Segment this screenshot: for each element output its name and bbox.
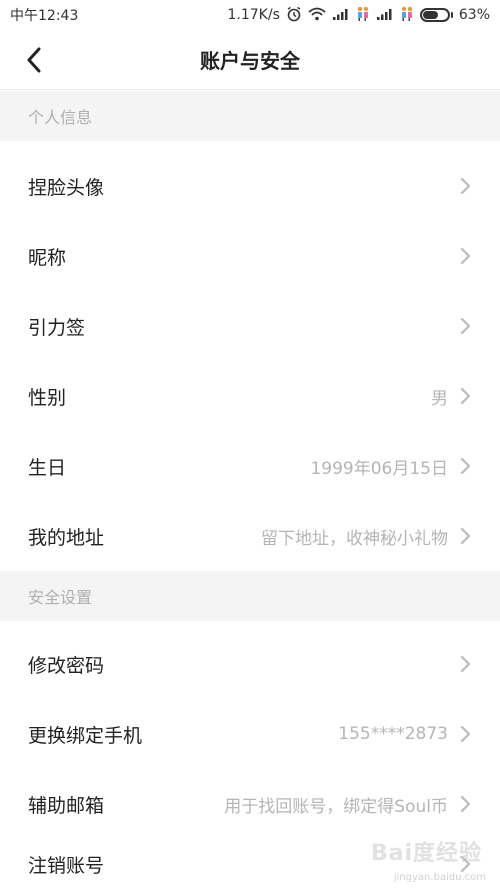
page-title: 账户与安全	[200, 49, 300, 73]
row-label: 我的地址	[28, 526, 105, 549]
row-value: 男	[431, 388, 448, 409]
back-chevron-icon	[27, 47, 41, 73]
wifi-icon	[308, 7, 326, 24]
row-backup-email[interactable]: 辅助邮箱 用于找回账号，绑定得Soul币	[0, 769, 500, 839]
row-label: 引力签	[28, 316, 86, 339]
row-label: 辅助邮箱	[28, 794, 105, 817]
row-label: 生日	[28, 456, 67, 479]
couple-icon	[400, 6, 414, 25]
row-value: 留下地址，收神秘小礼物	[261, 528, 448, 549]
nav-bar: 账户与安全	[0, 30, 500, 90]
row-nickname[interactable]: 昵称	[0, 221, 500, 291]
row-signature[interactable]: 引力签	[0, 291, 500, 361]
signal-icon	[332, 7, 350, 24]
chevron-right-icon	[460, 725, 471, 743]
watermark-url: jingyan.baidu.com	[393, 872, 486, 883]
watermark-logo: Bai度经验	[370, 841, 482, 866]
chevron-right-icon	[460, 177, 471, 195]
network-speed: 1.17K/s	[227, 7, 280, 23]
section-header-security: 安全设置	[0, 571, 500, 621]
row-label: 性别	[28, 386, 67, 409]
row-birthday[interactable]: 生日 1999年06月15日	[0, 431, 500, 501]
row-address[interactable]: 我的地址 留下地址，收神秘小礼物	[0, 501, 500, 571]
back-button[interactable]	[18, 44, 50, 76]
chevron-right-icon	[460, 655, 471, 673]
status-bar: 中午12:43 1.17K/s 63%	[0, 0, 500, 30]
battery-icon	[419, 8, 453, 22]
battery-percent: 63%	[458, 7, 490, 23]
status-time: 中午12:43	[10, 8, 79, 24]
status-right: 1.17K/s 63%	[227, 6, 490, 25]
row-gender[interactable]: 性别 男	[0, 361, 500, 431]
chevron-right-icon	[460, 247, 471, 265]
row-change-password[interactable]: 修改密码	[0, 629, 500, 699]
row-label: 注销账号	[28, 854, 105, 877]
signal-icon	[376, 7, 394, 24]
section-header-personal: 个人信息	[0, 91, 500, 141]
alarm-icon	[286, 6, 302, 25]
row-label: 捏脸头像	[28, 176, 105, 199]
chevron-right-icon	[460, 795, 471, 813]
row-label: 修改密码	[28, 654, 105, 677]
row-value: 155****2873	[338, 724, 448, 744]
chevron-right-icon	[460, 527, 471, 545]
chevron-right-icon	[460, 457, 471, 475]
row-value: 1999年06月15日	[310, 458, 448, 479]
row-change-phone[interactable]: 更换绑定手机 155****2873	[0, 699, 500, 769]
row-label: 昵称	[28, 246, 67, 269]
chevron-right-icon	[460, 317, 471, 335]
chevron-right-icon	[460, 387, 471, 405]
row-avatar[interactable]: 捏脸头像	[0, 151, 500, 221]
couple-icon	[356, 6, 370, 25]
row-label: 更换绑定手机	[28, 724, 143, 747]
row-value: 用于找回账号，绑定得Soul币	[224, 796, 448, 817]
